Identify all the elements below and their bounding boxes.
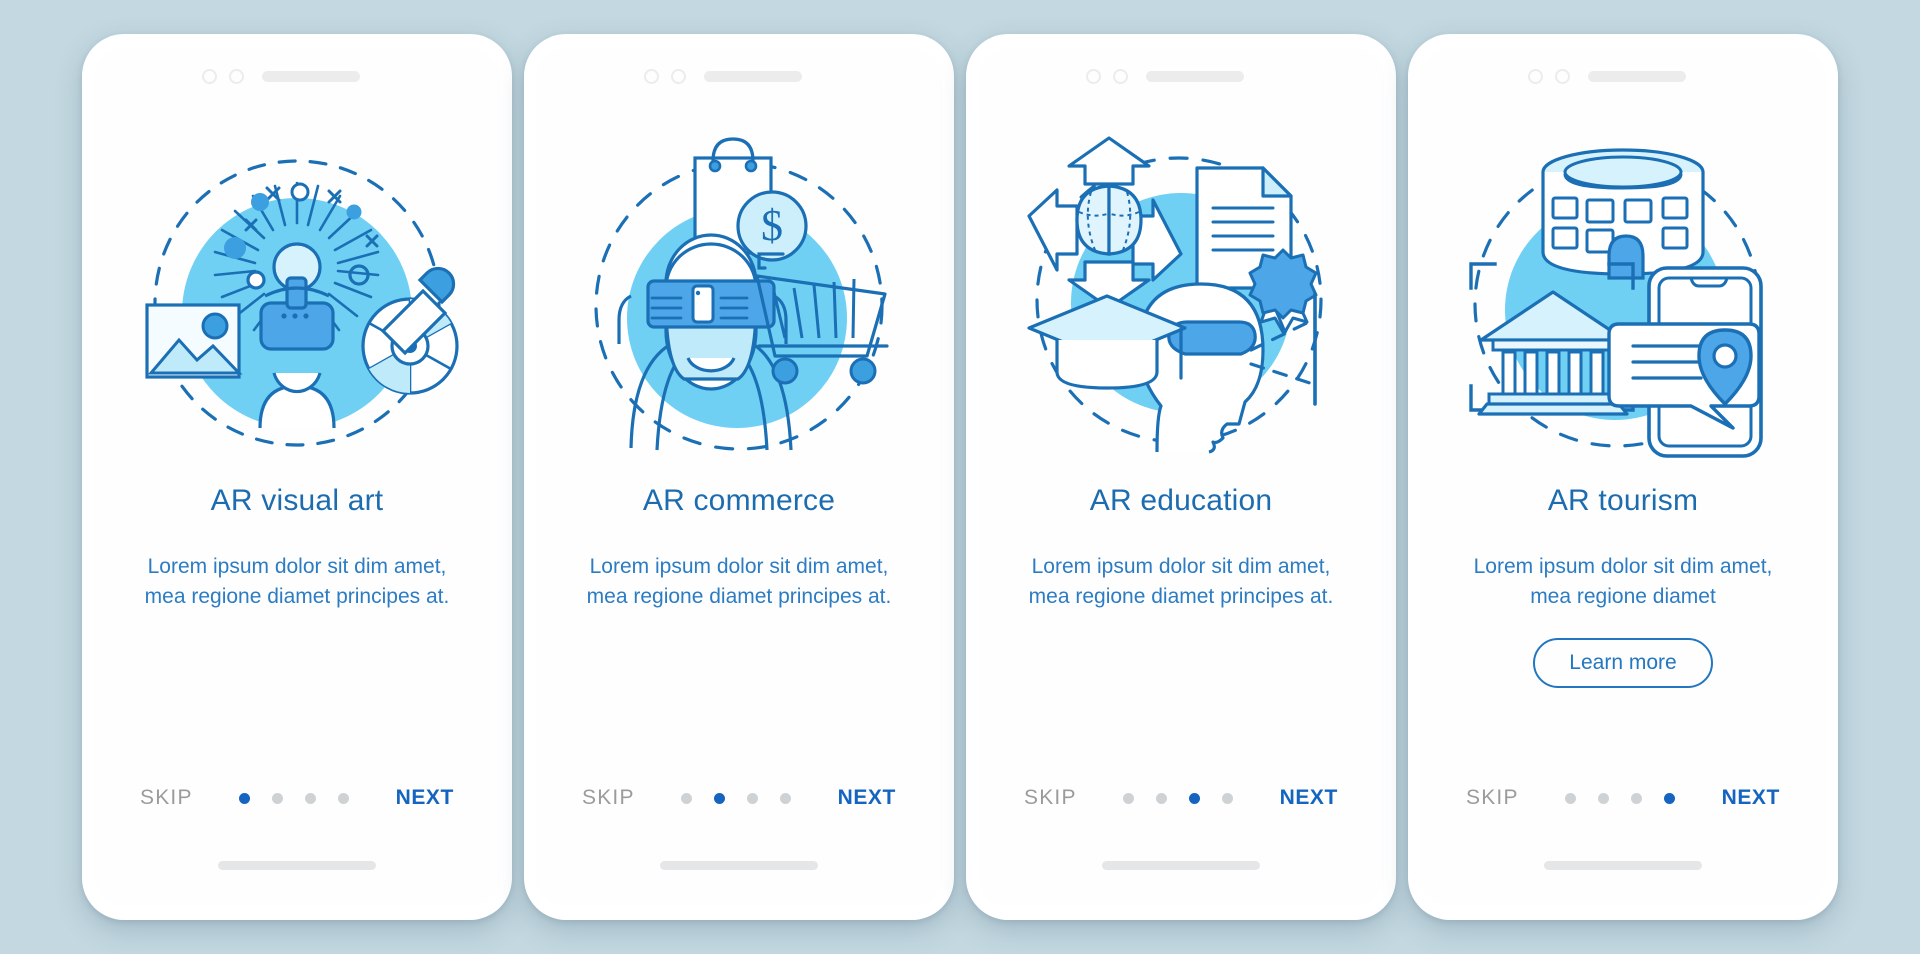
pagination-dot-4[interactable] — [1222, 792, 1234, 804]
page-description: Lorem ipsum dolor sit dim amet, mea regi… — [1473, 555, 1773, 608]
pagination-dot-2[interactable] — [714, 792, 726, 804]
page-description: Lorem ipsum dolor sit dim amet, mea regi… — [586, 555, 892, 608]
sensor-dot-icon — [644, 68, 659, 84]
pagination-dot-2[interactable] — [1598, 792, 1610, 804]
phone-inner-ar-tourism: AR tourism Lorem ipsum dolor sit dim ame… — [1420, 48, 1826, 906]
pagination-dot-1[interactable] — [239, 792, 251, 804]
illustration-ar-visual-art — [127, 128, 467, 458]
illustration-ar-education — [1011, 128, 1351, 458]
skip-button[interactable]: SKIP — [1466, 786, 1519, 810]
camera-dot-icon — [1113, 68, 1128, 84]
phone-inner-ar-visual-art: AR visual art Lorem ipsum dolor sit dim … — [94, 48, 500, 906]
home-indicator — [1544, 861, 1702, 870]
speaker-grille-icon — [1146, 70, 1244, 82]
pagination-dot-3[interactable] — [1189, 792, 1201, 804]
camera-dot-icon — [671, 68, 686, 84]
svg-text:$: $ — [761, 201, 783, 250]
onboarding-nav: SKIP NEXT — [1420, 786, 1826, 810]
camera-dot-icon — [229, 68, 244, 84]
speaker-grille-icon — [1588, 70, 1686, 82]
pagination-dot-4[interactable] — [1664, 792, 1676, 804]
pagination-dot-2[interactable] — [272, 792, 284, 804]
phone-inner-ar-commerce: $ AR commerce Lorem ipsum dolor sit dim … — [536, 48, 942, 906]
sensor-dot-icon — [202, 68, 217, 84]
speaker-grille-icon — [262, 70, 360, 82]
next-button[interactable]: NEXT — [838, 786, 896, 810]
page-description: Lorem ipsum dolor sit dim amet, mea regi… — [1028, 555, 1334, 608]
page-title: AR visual art — [210, 484, 384, 517]
phone-screen-ar-tourism: AR tourism Lorem ipsum dolor sit dim ame… — [1408, 34, 1838, 920]
onboarding-nav: SKIP NEXT — [536, 786, 942, 810]
content-ar-commerce: AR commerce Lorem ipsum dolor sit dim am… — [536, 458, 942, 612]
content-ar-tourism: AR tourism Lorem ipsum dolor sit dim ame… — [1420, 458, 1826, 688]
page-title: AR commerce — [642, 484, 836, 517]
pagination-dot-1[interactable] — [1123, 792, 1135, 804]
illustration-ar-tourism — [1453, 128, 1793, 458]
pagination-dot-4[interactable] — [338, 792, 350, 804]
home-indicator — [1102, 861, 1260, 870]
skip-button[interactable]: SKIP — [582, 786, 635, 810]
camera-dot-icon — [1555, 68, 1570, 84]
page-description: Lorem ipsum dolor sit dim amet, mea regi… — [144, 555, 450, 608]
phone-screen-ar-education: AR education Lorem ipsum dolor sit dim a… — [966, 34, 1396, 920]
phone-screen-ar-commerce: $ AR commerce Lorem ipsum dolor sit dim … — [524, 34, 954, 920]
pagination-dot-2[interactable] — [1156, 792, 1168, 804]
skip-button[interactable]: SKIP — [140, 786, 193, 810]
phone-screen-ar-visual-art: AR visual art Lorem ipsum dolor sit dim … — [82, 34, 512, 920]
pagination-dots — [1123, 792, 1234, 804]
skip-button[interactable]: SKIP — [1024, 786, 1077, 810]
pagination-dot-4[interactable] — [780, 792, 792, 804]
pagination-dots — [239, 792, 350, 804]
next-button[interactable]: NEXT — [1280, 786, 1338, 810]
status-bar — [94, 48, 500, 104]
phone-inner-ar-education: AR education Lorem ipsum dolor sit dim a… — [978, 48, 1384, 906]
page-title: AR tourism — [1547, 484, 1699, 517]
next-button[interactable]: NEXT — [1722, 786, 1780, 810]
status-bar — [1420, 48, 1826, 104]
content-ar-visual-art: AR visual art Lorem ipsum dolor sit dim … — [94, 458, 500, 612]
pagination-dot-1[interactable] — [1565, 792, 1577, 804]
onboarding-screens-row: AR visual art Lorem ipsum dolor sit dim … — [0, 0, 1920, 954]
pagination-dots — [1565, 792, 1676, 804]
illustration-ar-commerce: $ — [569, 128, 909, 458]
sensor-dot-icon — [1528, 68, 1543, 84]
next-button[interactable]: NEXT — [396, 786, 454, 810]
speaker-grille-icon — [704, 70, 802, 82]
pagination-dot-3[interactable] — [747, 792, 759, 804]
content-ar-education: AR education Lorem ipsum dolor sit dim a… — [978, 458, 1384, 612]
learn-more-button[interactable]: Learn more — [1533, 637, 1713, 688]
status-bar — [978, 48, 1384, 104]
pagination-dot-1[interactable] — [681, 792, 693, 804]
sensor-dot-icon — [1086, 68, 1101, 84]
home-indicator — [660, 861, 818, 870]
status-bar — [536, 48, 942, 104]
pagination-dot-3[interactable] — [1631, 792, 1643, 804]
pagination-dot-3[interactable] — [305, 792, 317, 804]
page-title: AR education — [1089, 484, 1273, 517]
home-indicator — [218, 861, 376, 870]
onboarding-nav: SKIP NEXT — [978, 786, 1384, 810]
onboarding-nav: SKIP NEXT — [94, 786, 500, 810]
pagination-dots — [681, 792, 792, 804]
